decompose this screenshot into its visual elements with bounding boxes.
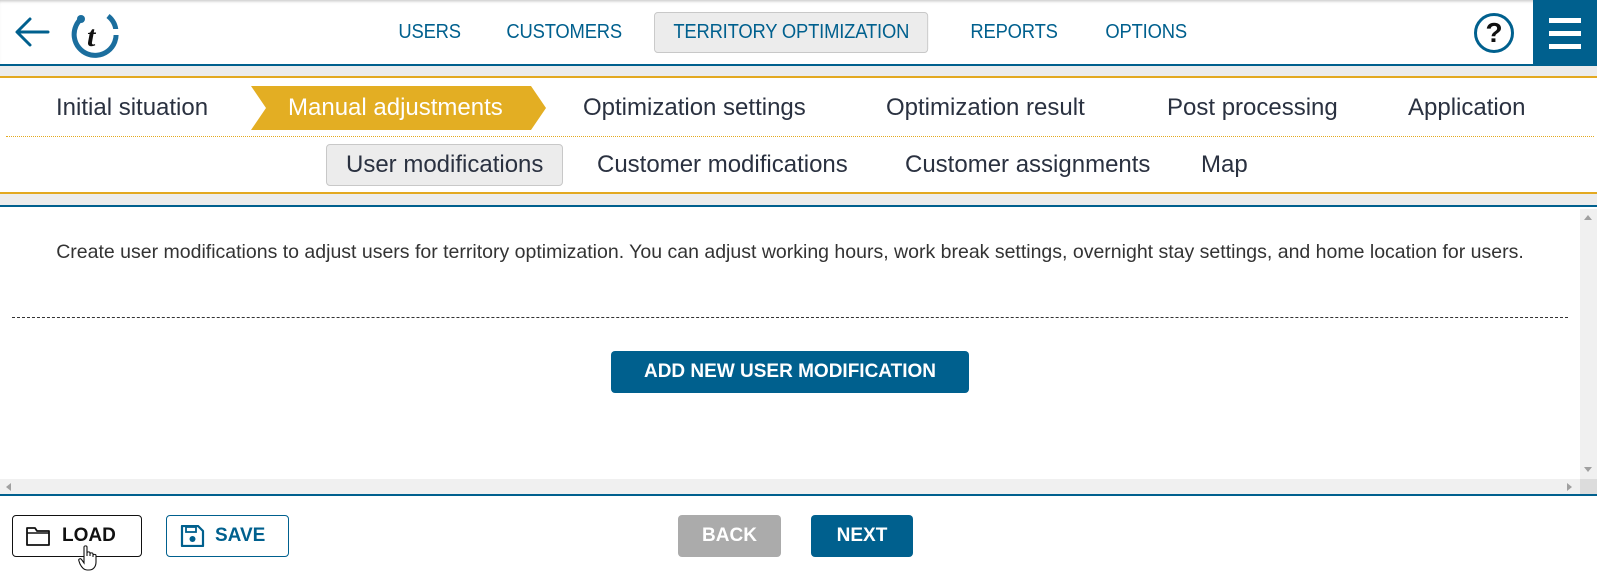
load-button[interactable]: LOAD bbox=[12, 515, 142, 557]
tab-customer-modifications[interactable]: Customer modifications bbox=[578, 144, 867, 186]
next-button[interactable]: NEXT bbox=[811, 515, 913, 557]
help-icon[interactable]: ? bbox=[1474, 13, 1514, 53]
scrollbar-corner bbox=[1580, 479, 1597, 496]
folder-icon bbox=[26, 527, 50, 546]
app-logo: t bbox=[71, 14, 120, 58]
nav-options[interactable]: OPTIONS bbox=[1087, 12, 1205, 53]
scroll-left-icon[interactable] bbox=[6, 483, 11, 491]
hamburger-menu-icon[interactable] bbox=[1533, 0, 1597, 66]
tab-user-modifications[interactable]: User modifications bbox=[326, 144, 564, 186]
vertical-scrollbar[interactable] bbox=[1580, 209, 1597, 479]
footer-bar: LOAD SAVE BACK NEXT bbox=[0, 498, 1597, 575]
add-new-user-modification-button[interactable]: ADD NEW USER MODIFICATION bbox=[611, 351, 969, 393]
hand-pointer-cursor-icon bbox=[78, 545, 97, 571]
content-separator bbox=[0, 194, 1597, 207]
workflow-steps: Initial situation Manual adjustments Opt… bbox=[0, 80, 1597, 136]
back-button[interactable]: BACK bbox=[678, 515, 781, 557]
sub-tabs: User modifications Customer modification… bbox=[0, 137, 1597, 194]
save-button[interactable]: SAVE bbox=[166, 515, 289, 557]
scroll-down-icon[interactable] bbox=[1584, 467, 1592, 472]
step-manual-adjustments[interactable]: Manual adjustments bbox=[288, 86, 503, 130]
step-post-processing[interactable]: Post processing bbox=[1167, 86, 1338, 130]
nav-reports[interactable]: REPORTS bbox=[952, 12, 1076, 53]
dashed-divider bbox=[12, 317, 1568, 318]
horizontal-scrollbar[interactable] bbox=[0, 479, 1580, 496]
svg-text:t: t bbox=[87, 20, 97, 53]
step-optimization-settings[interactable]: Optimization settings bbox=[583, 86, 806, 130]
step-optimization-result[interactable]: Optimization result bbox=[886, 86, 1085, 130]
scroll-up-icon[interactable] bbox=[1584, 215, 1592, 220]
step-initial-situation[interactable]: Initial situation bbox=[56, 86, 208, 130]
top-header: t USERS CUSTOMERS TERRITORY OPTIMIZATION… bbox=[0, 0, 1597, 66]
nav-users[interactable]: USERS bbox=[380, 12, 479, 53]
content-panel: Create user modifications to adjust user… bbox=[0, 209, 1580, 479]
tab-map[interactable]: Map bbox=[1182, 144, 1267, 186]
nav-territory-optimization[interactable]: TERRITORY OPTIMIZATION bbox=[653, 12, 929, 53]
save-label: SAVE bbox=[215, 525, 266, 546]
floppy-disk-icon bbox=[180, 525, 205, 547]
step-application[interactable]: Application bbox=[1408, 86, 1525, 130]
tab-customer-assignments[interactable]: Customer assignments bbox=[886, 144, 1169, 186]
description-text: Create user modifications to adjust user… bbox=[56, 241, 1524, 263]
header-separator bbox=[0, 66, 1597, 78]
arrow-left-icon[interactable] bbox=[12, 14, 52, 50]
main-navigation: USERS CUSTOMERS TERRITORY OPTIMIZATION R… bbox=[380, 12, 1215, 53]
scroll-right-icon[interactable] bbox=[1567, 483, 1572, 491]
nav-customers[interactable]: CUSTOMERS bbox=[488, 12, 640, 53]
